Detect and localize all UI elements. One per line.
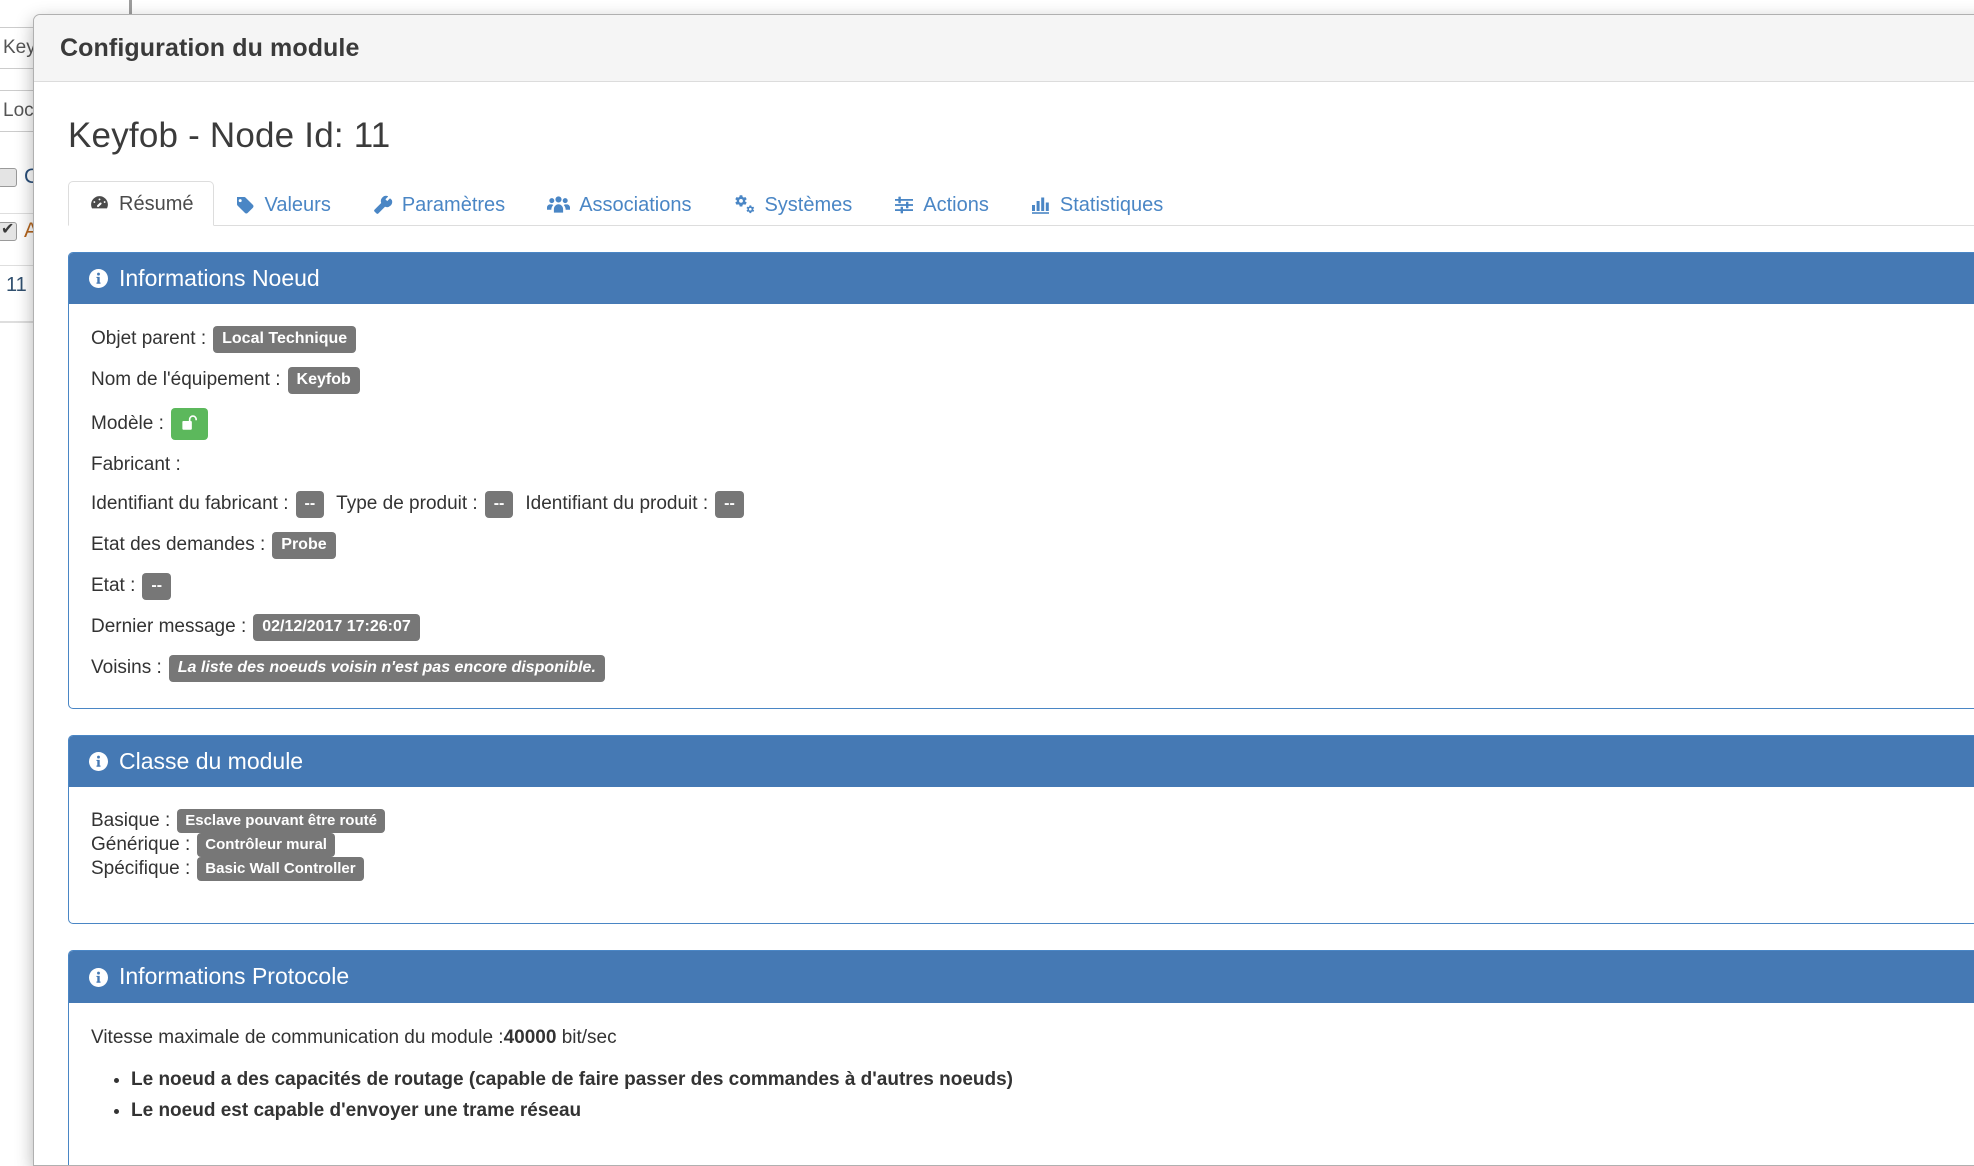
field-modele-value bbox=[170, 408, 208, 441]
wrench-icon bbox=[373, 195, 393, 215]
tab-resume-label: Résumé bbox=[119, 192, 194, 215]
field-fabricant-label: Fabricant : bbox=[91, 454, 181, 476]
unlock-icon bbox=[181, 414, 198, 435]
tab-resume[interactable]: Résumé bbox=[68, 181, 215, 226]
panel-node-info: Informations Noeud Objet parent : Local … bbox=[68, 252, 1974, 710]
field-identifiants: Identifiant du fabricant : -- Type de pr… bbox=[91, 491, 1965, 519]
tab-systemes-label: Systèmes bbox=[764, 194, 853, 216]
field-id-fabricant-label: Identifiant du fabricant : bbox=[91, 493, 289, 515]
field-fabricant: Fabricant : bbox=[91, 454, 1965, 477]
field-basique-label: Basique : bbox=[91, 810, 171, 832]
tab-actions-label: Actions bbox=[923, 194, 989, 216]
field-id-produit-value: -- bbox=[715, 491, 744, 519]
tab-valeurs[interactable]: Valeurs bbox=[214, 183, 351, 226]
field-etat-demandes-value: Probe bbox=[272, 532, 336, 560]
field-id-fabricant-value: -- bbox=[295, 491, 325, 519]
panel-node-info-header: Informations Noeud bbox=[69, 253, 1974, 305]
field-type-produit-value: -- bbox=[484, 491, 514, 519]
info-circle-icon bbox=[89, 967, 108, 987]
field-type-produit-label: Type de produit : bbox=[336, 493, 478, 515]
tab-statistiques-label: Statistiques bbox=[1059, 194, 1164, 216]
field-specifique-label: Spécifique : bbox=[91, 858, 191, 880]
modal-title: Configuration du module bbox=[60, 33, 360, 62]
gears-icon bbox=[733, 195, 755, 215]
tab-associations-label: Associations bbox=[579, 194, 692, 216]
panel-protocol-info: Informations Protocole Vitesse maximale … bbox=[68, 950, 1974, 1165]
tab-systemes[interactable]: Systèmes bbox=[712, 183, 873, 226]
panel-module-class: Classe du module Basique : Esclave pouva… bbox=[68, 735, 1974, 925]
field-modele: Modèle : bbox=[91, 408, 1965, 441]
field-modele-label: Modèle : bbox=[91, 412, 164, 434]
field-voisins-label: Voisins : bbox=[91, 657, 162, 679]
field-generique-label: Générique : bbox=[91, 834, 191, 856]
panel-module-class-title: Classe du module bbox=[119, 748, 304, 775]
field-objet-parent: Objet parent : Local Technique bbox=[91, 326, 1965, 354]
field-dernier-message: Dernier message : 02/12/2017 17:26:07 bbox=[91, 614, 1965, 642]
field-objet-parent-value: Local Technique bbox=[213, 326, 357, 354]
background-node-id-value: 11 bbox=[6, 274, 27, 296]
background-checkbox-1[interactable] bbox=[0, 168, 17, 187]
modal-body: Keyfob - Node Id: 11 Résumé Valeurs Para bbox=[34, 82, 1974, 1165]
panel-protocol-info-body: Vitesse maximale de communication du mod… bbox=[69, 1003, 1974, 1165]
users-icon bbox=[547, 195, 571, 215]
capability-item: Le noeud est capable d'envoyer une trame… bbox=[131, 1098, 1965, 1124]
max-speed-suffix: bit/sec bbox=[556, 1026, 617, 1048]
field-specifique: Spécifique : Basic Wall Controller bbox=[91, 857, 1965, 882]
panel-module-class-body: Basique : Esclave pouvant être routé Gén… bbox=[69, 787, 1974, 923]
panel-protocol-info-title: Informations Protocole bbox=[119, 963, 350, 990]
dashboard-icon bbox=[89, 193, 110, 214]
tab-valeurs-label: Valeurs bbox=[264, 194, 331, 216]
field-voisins-value: La liste des noeuds voisin n'est pas enc… bbox=[168, 655, 605, 683]
field-etat-label: Etat : bbox=[91, 575, 136, 597]
field-generique-value: Contrôleur mural bbox=[197, 833, 335, 858]
modal-header: Configuration du module bbox=[34, 15, 1974, 82]
field-voisins: Voisins : La liste des noeuds voisin n'e… bbox=[91, 655, 1965, 683]
module-configuration-modal: Configuration du module Keyfob - Node Id… bbox=[33, 14, 1974, 1166]
max-speed-prefix: Vitesse maximale de communication du mod… bbox=[91, 1026, 504, 1048]
field-specifique-value: Basic Wall Controller bbox=[197, 857, 364, 882]
panel-node-info-title: Informations Noeud bbox=[119, 265, 320, 291]
field-generique: Générique : Contrôleur mural bbox=[91, 833, 1965, 858]
tag-icon bbox=[235, 195, 255, 215]
tab-parametres[interactable]: Paramètres bbox=[352, 183, 526, 226]
field-etat: Etat : -- bbox=[91, 573, 1965, 601]
field-dernier-message-label: Dernier message : bbox=[91, 616, 247, 638]
capability-list: Le noeud a des capacités de routage (cap… bbox=[91, 1067, 1965, 1124]
info-circle-icon bbox=[89, 752, 108, 772]
field-basique-value: Esclave pouvant être routé bbox=[177, 809, 385, 834]
panel-protocol-info-header: Informations Protocole bbox=[69, 951, 1974, 1003]
panel-node-info-body: Objet parent : Local Technique Nom de l'… bbox=[69, 304, 1974, 708]
info-circle-icon bbox=[89, 269, 108, 289]
field-nom-equipement-value: Keyfob bbox=[287, 367, 360, 395]
tab-actions[interactable]: Actions bbox=[873, 183, 1010, 226]
field-etat-value: -- bbox=[142, 573, 172, 601]
field-nom-equipement: Nom de l'équipement : Keyfob bbox=[91, 367, 1965, 395]
field-etat-demandes: Etat des demandes : Probe bbox=[91, 532, 1965, 560]
tab-statistiques[interactable]: Statistiques bbox=[1010, 183, 1184, 226]
max-speed-value: 40000 bbox=[503, 1026, 557, 1048]
field-nom-equipement-label: Nom de l'équipement : bbox=[91, 369, 281, 391]
tab-bar: Résumé Valeurs Paramètres Associations S… bbox=[68, 178, 1974, 226]
page-title: Keyfob - Node Id: 11 bbox=[68, 116, 391, 155]
capability-item: Le noeud a des capacités de routage (cap… bbox=[131, 1067, 1965, 1093]
field-etat-demandes-label: Etat des demandes : bbox=[91, 534, 266, 556]
panel-module-class-header: Classe du module bbox=[69, 736, 1974, 788]
max-speed-line: Vitesse maximale de communication du mod… bbox=[91, 1027, 1965, 1049]
tab-associations[interactable]: Associations bbox=[526, 183, 712, 226]
tab-parametres-label: Paramètres bbox=[401, 194, 506, 216]
field-id-produit-label: Identifiant du produit : bbox=[525, 493, 709, 515]
background-checkbox-2[interactable] bbox=[0, 220, 17, 241]
field-dernier-message-value: 02/12/2017 17:26:07 bbox=[253, 614, 420, 642]
field-basique: Basique : Esclave pouvant être routé bbox=[91, 809, 1965, 834]
bar-chart-icon bbox=[1031, 195, 1051, 215]
field-objet-parent-label: Objet parent : bbox=[91, 328, 207, 350]
sliders-icon bbox=[894, 195, 914, 215]
